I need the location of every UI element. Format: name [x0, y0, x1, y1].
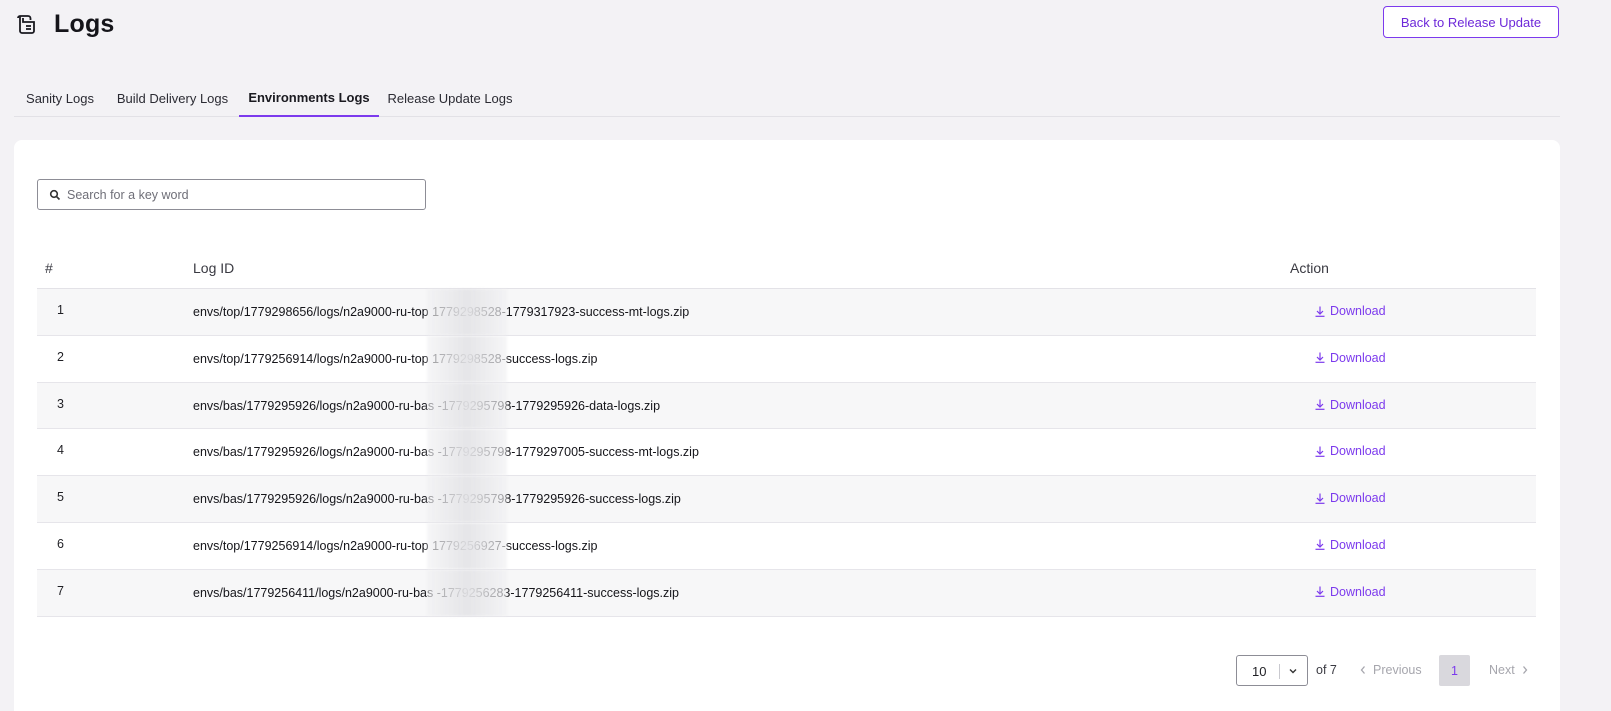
download-icon: [1315, 586, 1325, 598]
tab-build-delivery-logs[interactable]: Build Delivery Logs: [106, 80, 239, 117]
tab-environments-logs[interactable]: Environments Logs: [239, 80, 379, 117]
row-number: 2: [57, 349, 64, 364]
row-number: 6: [57, 536, 64, 551]
row-number: 5: [57, 490, 64, 505]
redacted-area: [427, 476, 507, 522]
tab-sanity-logs[interactable]: Sanity Logs: [14, 80, 106, 117]
table-row: 7 envs/bas/1779256411/logs/n2a9000-ru-ba…: [37, 569, 1536, 617]
next-page-button[interactable]: Next: [1489, 663, 1529, 677]
log-tabs: Sanity Logs Build Delivery Logs Environm…: [14, 80, 1560, 117]
download-icon: [1315, 539, 1325, 551]
next-label: Next: [1489, 663, 1515, 677]
redacted-area: [427, 382, 507, 429]
download-label: Download: [1330, 537, 1386, 552]
chevron-right-icon: [1522, 666, 1528, 674]
table-body: 1 envs/top/1779298656/logs/n2a9000-ru-to…: [37, 289, 1536, 617]
log-id: envs/top/1779256914/logs/n2a9000-ru-top …: [193, 538, 598, 553]
column-header-action: Action: [1290, 260, 1329, 276]
logs-table: # Log ID Action 1 envs/top/1779298656/lo…: [37, 248, 1536, 617]
page-header: Logs: [14, 6, 1611, 50]
redacted-area: [427, 429, 507, 476]
redacted-area: [427, 569, 507, 616]
page-title: Logs: [54, 10, 115, 38]
redacted-area: [427, 522, 507, 569]
table-header: # Log ID Action: [37, 248, 1536, 289]
pagination: 10 of 7 Previous 1 Next: [14, 654, 1560, 686]
row-number: 7: [57, 583, 64, 598]
row-number: 4: [57, 443, 64, 458]
page-size-value: 10: [1252, 664, 1267, 679]
download-label: Download: [1330, 491, 1386, 506]
total-pages-label: of 7: [1316, 663, 1337, 677]
table-row: 4 envs/bas/1779295926/logs/n2a9000-ru-ba…: [37, 429, 1536, 477]
previous-page-button[interactable]: Previous: [1359, 663, 1422, 677]
previous-label: Previous: [1373, 663, 1422, 677]
download-link[interactable]: Download: [1315, 444, 1386, 458]
download-label: Download: [1330, 304, 1386, 318]
download-link[interactable]: Download: [1315, 351, 1386, 365]
redacted-area: [427, 335, 507, 382]
download-icon: [1315, 306, 1325, 317]
column-header-log-id: Log ID: [193, 260, 235, 276]
table-row: 3 envs/bas/1779295926/logs/n2a9000-ru-ba…: [37, 382, 1536, 430]
search-box: [37, 179, 426, 210]
logs-icon: [17, 15, 35, 34]
table-row: 2 envs/top/1779256914/logs/n2a9000-ru-to…: [37, 335, 1536, 383]
page-size-select[interactable]: 10: [1236, 655, 1308, 686]
search-input[interactable]: [67, 180, 417, 209]
download-link[interactable]: Download: [1315, 491, 1386, 505]
download-icon: [1315, 493, 1325, 504]
select-divider: [1279, 664, 1280, 679]
chevron-left-icon: [1360, 666, 1365, 674]
search-icon: [49, 189, 61, 201]
column-header-number: #: [45, 260, 53, 276]
row-number: 3: [57, 396, 64, 411]
page-number-current[interactable]: 1: [1439, 655, 1470, 686]
table-row: 6 envs/top/1779256914/logs/n2a9000-ru-to…: [37, 522, 1536, 570]
download-icon: [1315, 399, 1325, 410]
back-to-release-update-button[interactable]: Back to Release Update: [1383, 6, 1559, 38]
table-row: 1 envs/top/1779298656/logs/n2a9000-ru-to…: [37, 289, 1536, 336]
download-link[interactable]: Download: [1315, 304, 1386, 318]
download-label: Download: [1330, 444, 1386, 459]
tab-release-update-logs[interactable]: Release Update Logs: [379, 80, 521, 117]
table-row: 5 envs/bas/1779295926/logs/n2a9000-ru-ba…: [37, 476, 1536, 523]
download-link[interactable]: Download: [1315, 398, 1386, 412]
log-id: envs/top/1779256914/logs/n2a9000-ru-top …: [193, 351, 598, 366]
redacted-area: [427, 289, 507, 335]
row-number: 1: [57, 303, 64, 317]
chevron-down-icon: [1289, 669, 1297, 674]
download-link[interactable]: Download: [1315, 585, 1386, 599]
download-link[interactable]: Download: [1315, 538, 1386, 552]
download-icon: [1315, 446, 1325, 457]
download-label: Download: [1330, 397, 1386, 412]
logs-card: # Log ID Action 1 envs/top/1779298656/lo…: [14, 140, 1560, 711]
download-label: Download: [1330, 584, 1386, 599]
download-label: Download: [1330, 350, 1386, 365]
download-icon: [1315, 352, 1325, 364]
